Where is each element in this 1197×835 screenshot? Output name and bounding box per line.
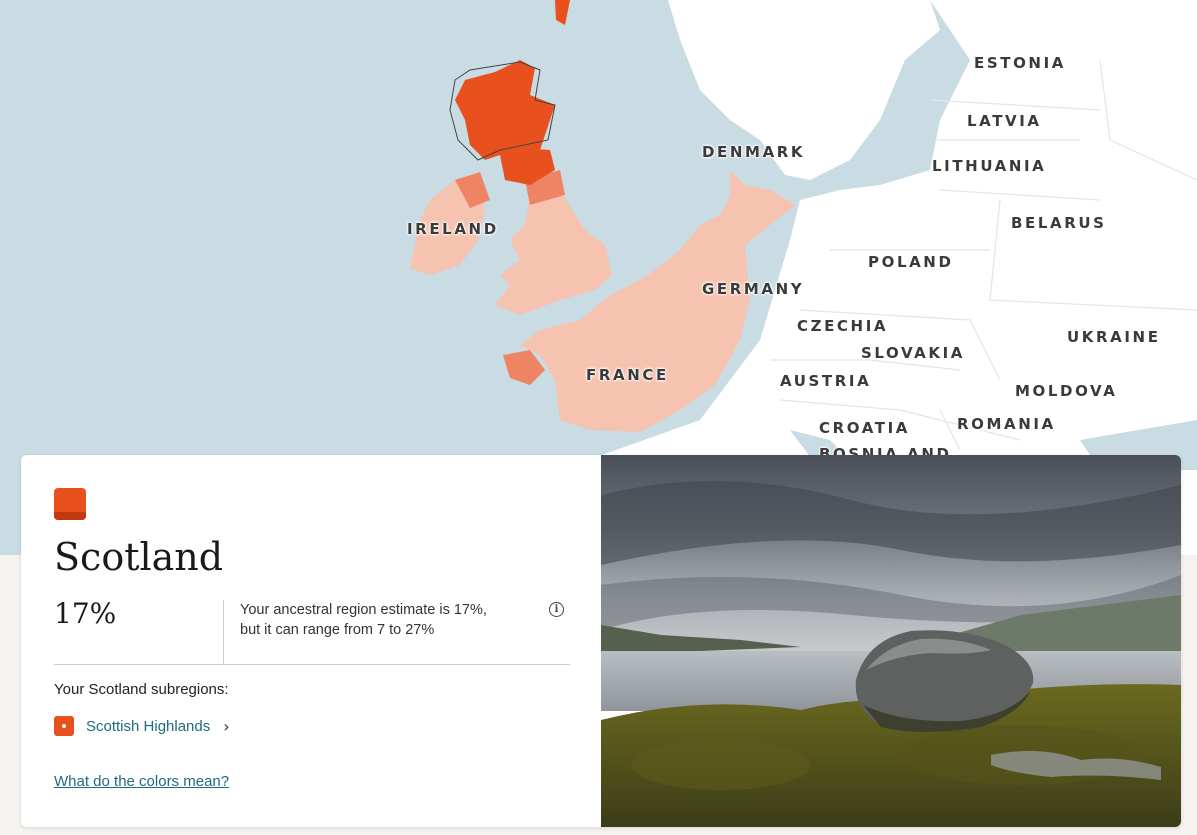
- region-percent: 17%: [54, 597, 117, 630]
- map-label-croatia: CROATIA: [819, 419, 910, 437]
- subregions-heading: Your Scotland subregions:: [54, 681, 229, 698]
- map-label-slovakia: SLOVAKIA: [861, 344, 965, 362]
- chevron-right-icon: ›: [223, 716, 230, 736]
- colors-meaning-link[interactable]: What do the colors mean?: [54, 773, 229, 790]
- region-color-swatch: [54, 488, 86, 520]
- map-label-austria: AUSTRIA: [780, 372, 872, 390]
- estimate-line-2: but it can range from 7 to 27%: [240, 622, 435, 638]
- map-label-estonia: ESTONIA: [974, 54, 1066, 72]
- map-label-latvia: LATVIA: [967, 112, 1042, 130]
- region-info-panel: Scotland 17% Your ancestral region estim…: [21, 455, 601, 827]
- subregion-label: Scottish Highlands: [86, 717, 211, 735]
- info-icon[interactable]: i: [549, 602, 564, 617]
- subregion-swatch-icon: [54, 716, 74, 736]
- divider-vertical: [223, 600, 224, 664]
- map-label-romania: ROMANIA: [957, 415, 1056, 433]
- map-label-denmark: DENMARK: [702, 143, 806, 161]
- region-detail-card: Scotland 17% Your ancestral region estim…: [21, 455, 1181, 827]
- map-label-germany: GERMANY: [702, 280, 805, 298]
- map-label-lithuania: LITHUANIA: [932, 157, 1047, 175]
- estimate-line-1: Your ancestral region estimate is 17%,: [240, 602, 487, 618]
- subregion-item-scottish-highlands[interactable]: Scottish Highlands ›: [54, 715, 230, 737]
- map-label-ukraine: UKRAINE: [1067, 328, 1161, 346]
- map-label-moldova: MOLDOVA: [1015, 382, 1118, 400]
- map-label-ireland: IRELAND: [407, 220, 499, 238]
- map-label-france: FRANCE: [586, 366, 669, 384]
- map-label-belarus: BELARUS: [1011, 214, 1107, 232]
- region-landscape-photo: [601, 455, 1181, 827]
- map-label-bosnia: BOSNIA AND: [819, 445, 952, 455]
- estimate-range-text: Your ancestral region estimate is 17%, b…: [240, 600, 530, 640]
- map-label-poland: POLAND: [868, 253, 954, 271]
- region-title: Scotland: [54, 535, 224, 579]
- map-label-czechia: CZECHIA: [797, 317, 889, 335]
- divider-horizontal: [54, 664, 570, 665]
